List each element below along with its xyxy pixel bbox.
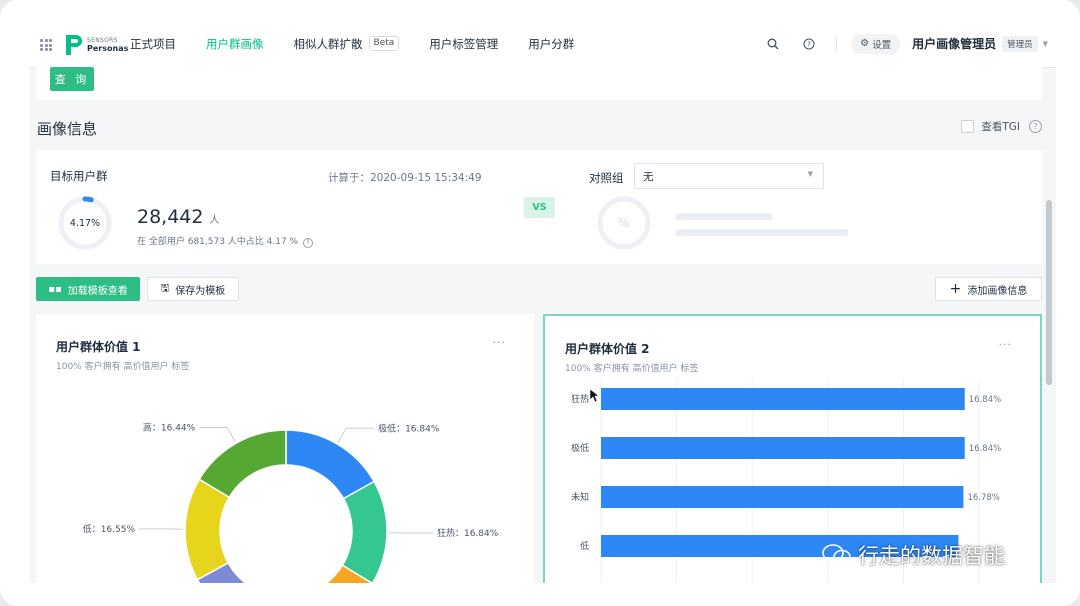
donut-slice[interactable]	[184, 478, 231, 581]
target-group-label: 目标用户群	[50, 169, 108, 183]
search-icon[interactable]	[764, 35, 782, 53]
app-container: SENSORS Personas 正式项目 用户群画像 相似人群扩散 Beta …	[30, 20, 1056, 583]
compare-placeholder-ring: %	[597, 196, 651, 250]
settings-label: 设置	[872, 39, 892, 51]
add-profile-label: 添加画像信息	[967, 285, 1028, 297]
tgi-checkbox[interactable]	[961, 120, 975, 133]
role-badge: 管理员	[1002, 35, 1038, 52]
tgi-help-icon[interactable]: ?	[1029, 120, 1042, 133]
donut-label: 低：16.55%	[83, 523, 136, 535]
grid-icon: ▪▪	[48, 283, 62, 295]
mouse-cursor-icon	[589, 388, 600, 403]
compare-placeholder-bar	[676, 229, 848, 236]
donut-leader-line	[199, 427, 236, 442]
bar-category-label: 未知	[571, 491, 589, 503]
tgi-toggle[interactable]: 查看TGI ?	[961, 119, 1042, 134]
beta-badge: Beta	[368, 36, 400, 51]
save-template-button[interactable]: 🖫 保存为模板	[147, 277, 239, 301]
compare-group-value: 无	[643, 171, 654, 183]
nav-item-formal-project[interactable]: 正式项目	[130, 20, 176, 67]
chevron-down-icon: ▼	[807, 170, 813, 178]
bar[interactable]	[601, 486, 964, 508]
user-name[interactable]: 用户画像管理员	[912, 35, 996, 52]
query-card: 查 询	[36, 67, 1042, 100]
main-nav: 正式项目 用户群画像 相似人群扩散 Beta 用户标签管理 用户分群	[130, 20, 604, 67]
tgi-label: 查看TGI	[981, 121, 1020, 133]
plus-icon: +	[949, 281, 962, 297]
bar-value-label: 16.84%	[969, 444, 1001, 454]
donut-label: 高：16.44%	[143, 422, 196, 434]
nav-item-user-group-profile[interactable]: 用户群画像	[206, 20, 264, 67]
svg-text:?: ?	[807, 40, 811, 48]
section-title: 画像信息	[37, 120, 98, 138]
bar-category-label: 低	[580, 540, 589, 552]
user-count-value: 28,442	[137, 206, 204, 228]
compare-group-select[interactable]: 无 ▼	[634, 163, 824, 189]
bar-value-label: 16.84%	[969, 395, 1001, 405]
user-count: 28,442 人	[137, 206, 219, 228]
add-profile-button[interactable]: + 添加画像信息	[935, 277, 1042, 301]
share-text: 在 全部用户 681,573 人中占比 4.17 % ?	[137, 234, 313, 248]
header-divider	[836, 35, 838, 52]
donut-slice[interactable]	[341, 480, 388, 583]
gear-icon: ⚙	[860, 38, 870, 49]
donut-label: 极低：16.84%	[378, 422, 440, 434]
brand-line-2: Personas	[87, 44, 129, 53]
query-button[interactable]: 查 询	[50, 67, 94, 91]
bar-value-label: 16.78%	[967, 493, 999, 503]
nav-item-lookalike-label: 相似人群扩散	[293, 36, 363, 51]
info-icon[interactable]: ?	[303, 238, 313, 248]
brand-logo[interactable]: SENSORS Personas	[66, 34, 128, 56]
header-actions: ? ⚙ 设置 用户画像管理员 管理员 ▼	[764, 20, 1048, 67]
donut-chart: 极低：16.84% 狂热：16.84% 低：16.55% 高：16.44%	[83, 422, 499, 583]
load-template-button[interactable]: ▪▪ 加载模板查看	[36, 277, 140, 301]
page-scrollbar[interactable]	[1046, 200, 1052, 385]
watermark: 行走的数据智能	[822, 540, 1005, 570]
bar[interactable]	[601, 437, 965, 459]
window-frame: SENSORS Personas 正式项目 用户群画像 相似人群扩散 Beta …	[0, 0, 1080, 606]
user-count-unit: 人	[209, 215, 220, 226]
nav-item-lookalike[interactable]: 相似人群扩散 Beta	[294, 20, 400, 67]
compare-placeholder-bar	[676, 213, 772, 220]
nav-item-tag-management[interactable]: 用户标签管理	[429, 20, 498, 67]
share-text-value: 在 全部用户 681,573 人中占比 4.17 %	[137, 237, 299, 247]
save-icon: 🖫	[160, 282, 170, 294]
nav-item-user-segmentation[interactable]: 用户分群	[528, 20, 574, 67]
bar-category-label: 狂热	[571, 393, 589, 405]
chevron-down-icon[interactable]: ▼	[1043, 40, 1048, 48]
bar-category-label: 极低	[571, 442, 589, 454]
target-percent-text: 4.17%	[69, 217, 101, 229]
donut-label: 狂热：16.84%	[437, 527, 499, 539]
app-grid-icon[interactable]	[40, 39, 52, 51]
save-template-label: 保存为模板	[175, 285, 226, 297]
value-card-1: 用户群体价值 1 100% 客户拥有 高价值用户 标签 ··· 极低：16.84…	[36, 314, 534, 583]
load-template-label: 加载模板查看	[67, 285, 128, 297]
watermark-text: 行走的数据智能	[858, 544, 1005, 568]
help-icon[interactable]: ?	[800, 35, 818, 53]
wechat-icon	[822, 544, 851, 565]
summary-card: 目标用户群 计算于：2020-09-15 15:34:49 4.17% 28,4…	[36, 150, 1042, 264]
donut-leader-line	[337, 427, 375, 443]
settings-button[interactable]: ⚙ 设置	[851, 33, 901, 54]
bar[interactable]	[601, 388, 965, 410]
logo-mark-icon	[66, 35, 82, 55]
vs-badge: VS	[524, 197, 555, 218]
compare-group-label: 对照组	[589, 171, 624, 185]
compare-placeholder-ring-text: %	[618, 216, 629, 230]
donut-slice[interactable]	[198, 429, 287, 499]
top-navigation-bar: SENSORS Personas 正式项目 用户群画像 相似人群扩散 Beta …	[30, 20, 1056, 68]
calc-time: 计算于：2020-09-15 15:34:49	[328, 172, 482, 184]
